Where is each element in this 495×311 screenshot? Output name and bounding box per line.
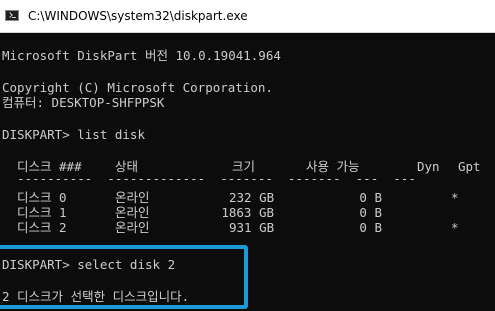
table-cell-disk: 디스크 2 — [17, 220, 67, 235]
table-cell-gpt: * — [451, 220, 459, 235]
version-line: Microsoft DiskPart 버전 10.0.19041.964 — [2, 48, 281, 63]
console-output[interactable]: Microsoft DiskPart 버전 10.0.19041.964 Cop… — [0, 33, 495, 311]
title-bar[interactable]: C:\WINDOWS\system32\diskpart.exe — [0, 0, 495, 33]
table-cell-status: 온라인 — [115, 205, 150, 220]
computer-name-line: 컴퓨터: DESKTOP-SHFPPSK — [2, 95, 165, 110]
list-disk-command: DISKPART> list disk — [2, 127, 145, 142]
col-header-gpt: Gpt — [458, 159, 481, 174]
col-header-dyn: Dyn — [417, 159, 440, 174]
table-separator: ---------- ------------- ------- -------… — [17, 171, 416, 186]
table-cell-gpt: * — [451, 190, 459, 205]
table-cell-status: 온라인 — [115, 190, 150, 205]
copyright-line: Copyright (C) Microsoft Corporation. — [2, 80, 273, 95]
highlight-box — [0, 245, 248, 309]
table-cell-size: 1863 GB — [221, 205, 274, 220]
console-window: C:\WINDOWS\system32\diskpart.exe Microso… — [0, 0, 495, 311]
table-cell-free: 0 B — [359, 190, 382, 205]
table-cell-status: 온라인 — [115, 220, 150, 235]
table-cell-size: 232 GB — [229, 190, 275, 205]
table-cell-free: 0 B — [359, 205, 382, 220]
table-cell-free: 0 B — [359, 220, 382, 235]
table-cell-disk: 디스크 0 — [17, 190, 67, 205]
window-title: C:\WINDOWS\system32\diskpart.exe — [28, 9, 248, 23]
table-cell-size: 931 GB — [229, 220, 275, 235]
table-cell-disk: 디스크 1 — [17, 205, 67, 220]
console-icon — [5, 10, 19, 21]
